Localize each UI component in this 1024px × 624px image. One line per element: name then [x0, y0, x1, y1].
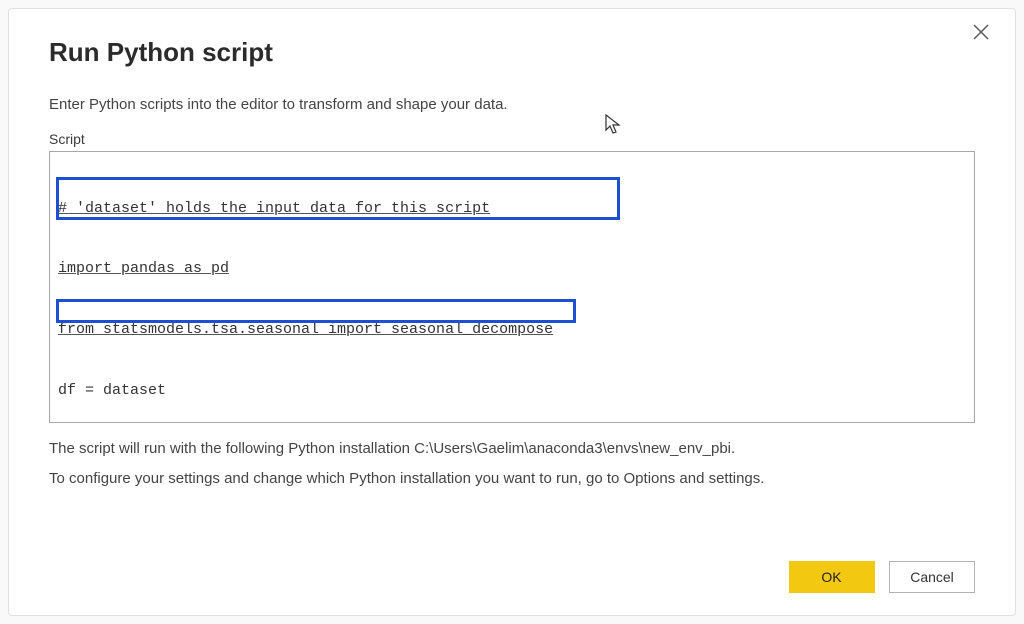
- dialog-title: Run Python script: [49, 37, 975, 68]
- dialog-button-row: OK Cancel: [779, 561, 975, 593]
- code-line: # 'dataset' holds the input data for thi…: [58, 199, 966, 219]
- dialog-subtitle: Enter Python scripts into the editor to …: [49, 96, 975, 113]
- script-editor[interactable]: # 'dataset' holds the input data for thi…: [49, 151, 975, 423]
- python-install-path-text: The script will run with the following P…: [49, 437, 975, 461]
- code-line: df = dataset: [58, 381, 966, 401]
- code-line: from statsmodels.tsa.seasonal import sea…: [58, 320, 966, 340]
- ok-button[interactable]: OK: [789, 561, 875, 593]
- cancel-button[interactable]: Cancel: [889, 561, 975, 593]
- close-icon[interactable]: [973, 23, 997, 47]
- code-line: import pandas as pd: [58, 259, 966, 279]
- python-script-dialog: Run Python script Enter Python scripts i…: [8, 8, 1016, 616]
- configure-settings-text: To configure your settings and change wh…: [49, 467, 975, 491]
- script-field-label: Script: [49, 131, 975, 147]
